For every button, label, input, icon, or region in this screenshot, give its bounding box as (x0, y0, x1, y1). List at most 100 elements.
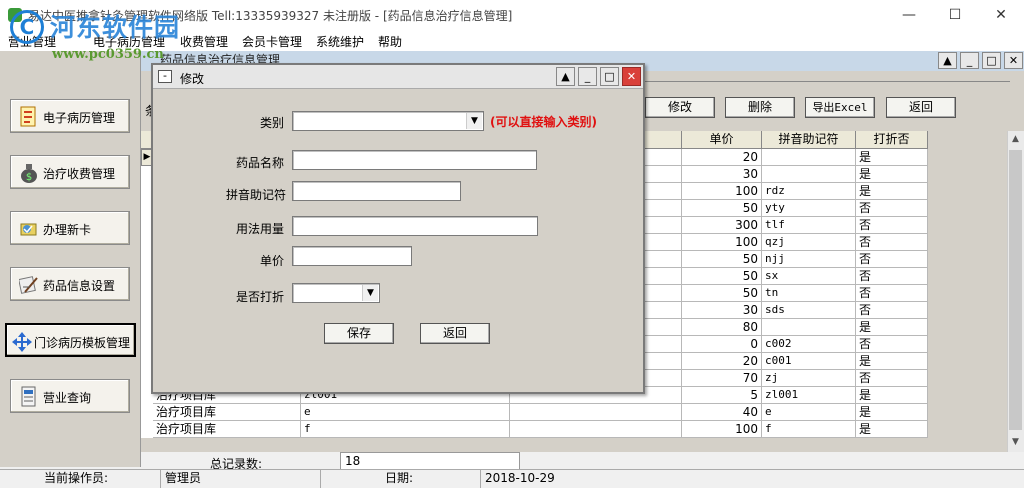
table-cell[interactable]: 20 (682, 149, 762, 166)
table-cell[interactable]: 否 (856, 302, 928, 319)
table-cell[interactable]: 50 (682, 285, 762, 302)
nav-new-card-button[interactable]: 办理新卡 (10, 211, 130, 245)
table-cell[interactable]: 100 (682, 183, 762, 200)
table-cell[interactable]: sx (762, 268, 856, 285)
child-restore-button[interactable]: ▲ (938, 52, 957, 69)
discount-combo[interactable]: ▼ (292, 283, 380, 303)
table-cell[interactable]: 否 (856, 251, 928, 268)
nav-query-button[interactable]: 营业查询 (10, 379, 130, 413)
table-cell[interactable]: 50 (682, 251, 762, 268)
table-cell[interactable] (762, 149, 856, 166)
table-cell[interactable]: 是 (856, 353, 928, 370)
nav-template-button[interactable]: 门诊病历模板管理 (5, 323, 136, 357)
table-cell[interactable] (510, 421, 682, 438)
nav-medicine-settings-button[interactable]: 药品信息设置 (10, 267, 130, 301)
table-cell[interactable]: 是 (856, 319, 928, 336)
table-cell[interactable]: 是 (856, 183, 928, 200)
table-cell[interactable]: 是 (856, 421, 928, 438)
table-cell[interactable]: 否 (856, 217, 928, 234)
usage-input[interactable] (292, 216, 538, 236)
table-cell[interactable]: zj (762, 370, 856, 387)
nav-emr-button[interactable]: 电子病历管理 (10, 99, 130, 133)
menu-system[interactable]: 系统维护 (316, 33, 364, 50)
table-cell[interactable]: 40 (682, 404, 762, 421)
price-input[interactable] (292, 246, 412, 266)
table-cell[interactable] (762, 319, 856, 336)
close-button[interactable]: ✕ (978, 0, 1024, 30)
menu-member-card[interactable]: 会员卡管理 (242, 33, 302, 50)
table-cell[interactable]: 30 (682, 302, 762, 319)
table-cell[interactable]: 是 (856, 166, 928, 183)
table-cell[interactable] (510, 404, 682, 421)
scroll-down-arrow[interactable]: ▼ (1007, 434, 1024, 451)
child-maximize-button[interactable]: □ (982, 52, 1001, 69)
table-cell[interactable]: sds (762, 302, 856, 319)
scroll-thumb[interactable] (1009, 150, 1022, 430)
table-cell[interactable]: tlf (762, 217, 856, 234)
table-cell[interactable]: tn (762, 285, 856, 302)
table-cell[interactable]: 治疗项目库 (153, 421, 301, 438)
medicine-name-input[interactable] (292, 150, 537, 170)
dialog-close-button[interactable]: ✕ (622, 67, 641, 86)
table-cell[interactable]: c002 (762, 336, 856, 353)
dialog-maximize-button[interactable]: □ (600, 67, 619, 86)
table-cell[interactable]: yty (762, 200, 856, 217)
table-cell[interactable]: qzj (762, 234, 856, 251)
table-cell[interactable]: 否 (856, 200, 928, 217)
table-cell[interactable]: 50 (682, 200, 762, 217)
table-cell[interactable]: 否 (856, 285, 928, 302)
table-cell[interactable]: 治疗项目库 (153, 404, 301, 421)
dialog-body (155, 90, 641, 390)
maximize-button[interactable]: ☐ (932, 0, 978, 30)
minimize-button[interactable]: — (886, 0, 932, 30)
table-cell[interactable]: 是 (856, 149, 928, 166)
table-cell[interactable] (762, 166, 856, 183)
table-cell[interactable]: 20 (682, 353, 762, 370)
table-cell[interactable]: 否 (856, 370, 928, 387)
chevron-down-icon[interactable]: ▼ (362, 285, 378, 301)
table-cell[interactable]: rdz (762, 183, 856, 200)
table-cell[interactable]: 否 (856, 268, 928, 285)
pinyin-input[interactable] (292, 181, 461, 201)
delete-button[interactable]: 删除 (725, 97, 795, 118)
menu-billing[interactable]: 收费管理 (180, 33, 228, 50)
table-cell[interactable]: 30 (682, 166, 762, 183)
table-cell[interactable]: 70 (682, 370, 762, 387)
table-cell[interactable]: 300 (682, 217, 762, 234)
table-cell[interactable]: 是 (856, 404, 928, 421)
grid-header-price[interactable]: 单价 (682, 131, 762, 149)
table-cell[interactable]: c001 (762, 353, 856, 370)
menu-help[interactable]: 帮助 (378, 33, 402, 50)
export-excel-button[interactable]: 导出Excel (805, 97, 875, 118)
scroll-up-arrow[interactable]: ▲ (1007, 131, 1024, 148)
child-close-button[interactable]: ✕ (1004, 52, 1023, 69)
table-cell[interactable]: e (301, 404, 510, 421)
dialog-back-button[interactable]: 返回 (420, 323, 490, 344)
dialog-minimize-button[interactable]: _ (578, 67, 597, 86)
table-cell[interactable]: e (762, 404, 856, 421)
dialog-system-menu-icon[interactable]: - (158, 70, 172, 83)
dialog-restore-button[interactable]: ▲ (556, 67, 575, 86)
child-minimize-button[interactable]: _ (960, 52, 979, 69)
table-cell[interactable]: 是 (856, 387, 928, 404)
edit-button[interactable]: 修改 (645, 97, 715, 118)
save-button[interactable]: 保存 (324, 323, 394, 344)
nav-billing-button[interactable]: $ 治疗收费管理 (10, 155, 130, 189)
table-cell[interactable]: 0 (682, 336, 762, 353)
chevron-down-icon[interactable]: ▼ (466, 113, 482, 129)
table-cell[interactable]: 否 (856, 336, 928, 353)
table-cell[interactable]: 否 (856, 234, 928, 251)
table-cell[interactable]: 100 (682, 421, 762, 438)
grid-header-discount[interactable]: 打折否 (856, 131, 928, 149)
table-cell[interactable]: f (762, 421, 856, 438)
back-button[interactable]: 返回 (886, 97, 956, 118)
table-cell[interactable]: 5 (682, 387, 762, 404)
category-combo[interactable]: ▼ (292, 111, 484, 131)
grid-header-pinyin[interactable]: 拼音助记符 (762, 131, 856, 149)
table-cell[interactable]: 100 (682, 234, 762, 251)
table-cell[interactable]: zl001 (762, 387, 856, 404)
table-cell[interactable]: njj (762, 251, 856, 268)
table-cell[interactable]: 50 (682, 268, 762, 285)
table-cell[interactable]: 80 (682, 319, 762, 336)
table-cell[interactable]: f (301, 421, 510, 438)
